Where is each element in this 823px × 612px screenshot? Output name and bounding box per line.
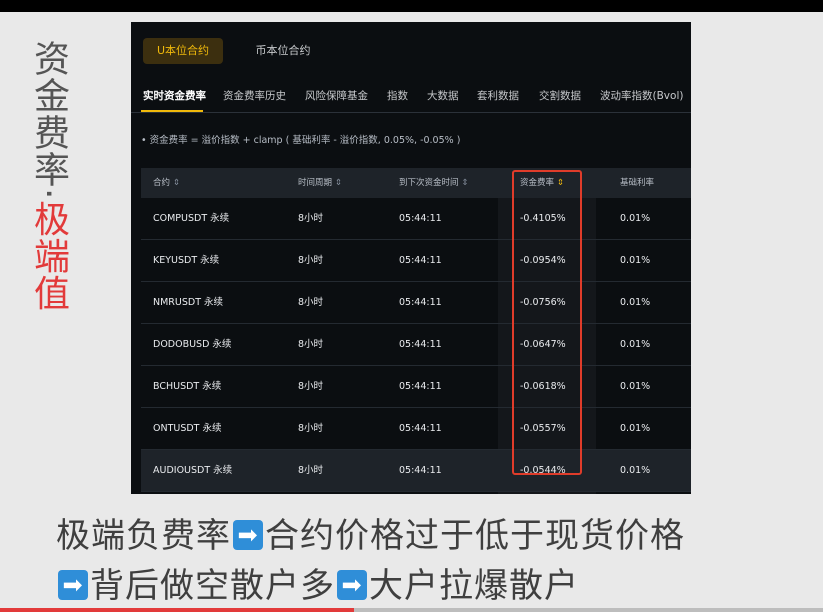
table-row[interactable]: ONTUSDT 永续 8小时 05:44:11 -0.0557% 0.01% [141,408,691,450]
table-row[interactable]: KEYUSDT 永续 8小时 05:44:11 -0.0954% 0.01% [141,240,691,282]
tab-bar: 实时资金费率 资金费率历史 风险保障基金 指数 大数据 套利数据 交割数据 波动… [143,88,691,110]
side-title-accent: 极端值 [28,200,69,312]
tab-delivery[interactable]: 交割数据 [539,88,581,103]
arrow-right-icon: ➡ [58,569,88,600]
cell-next-funding: 05:44:11 [399,213,442,224]
caption-line-2: ➡ 背后做空散户多 ➡ 大户拉爆散户 [56,558,579,607]
side-title: 资金费率·极端值 [20,40,70,311]
cell-contract: BCHUSDT 永续 [153,381,222,392]
segment-coin-margined[interactable]: 币本位合约 [243,38,323,64]
cell-interest-rate: 0.01% [620,465,651,476]
cell-interest-rate: 0.01% [620,213,651,224]
tab-arbitrage[interactable]: 套利数据 [477,88,519,103]
cell-next-funding: 05:44:11 [399,381,442,392]
table-row[interactable]: DODOBUSD 永续 8小时 05:44:11 -0.0647% 0.01% [141,324,691,366]
cell-contract: NMRUSDT 永续 [153,297,224,308]
cell-interval: 8小时 [298,339,324,350]
cell-interval: 8小时 [298,255,324,266]
cell-interval: 8小时 [298,297,324,308]
tab-insurance-fund[interactable]: 风险保障基金 [305,88,368,103]
tab-funding-history[interactable]: 资金费率历史 [223,88,286,103]
arrow-right-icon: ➡ [233,519,263,550]
tab-bvol[interactable]: 波动率指数(Bvol) [600,88,683,103]
cell-contract: DODOBUSD 永续 [153,339,232,350]
arrow-right-icon: ➡ [337,569,367,600]
cell-interest-rate: 0.01% [620,423,651,434]
sort-icon: ⇕ [335,178,343,188]
video-progress-fill [0,608,354,612]
tab-index[interactable]: 指数 [387,88,408,103]
sort-icon: ⇕ [173,178,181,188]
caption-text: 背后做空散户多 [90,566,335,606]
caption-text: 大户拉爆散户 [369,566,579,606]
video-progress-bar[interactable] [0,608,823,612]
cell-next-funding: 05:44:11 [399,465,442,476]
cell-contract: COMPUSDT 永续 [153,213,230,224]
tabs-divider [131,112,691,113]
cell-interest-rate: 0.01% [620,255,651,266]
cell-interest-rate: 0.01% [620,381,651,392]
caption-line-1: 极端负费率 ➡ 合约价格过于低于现货价格 [56,508,685,557]
video-top-bar [0,0,823,12]
cell-next-funding: 05:44:11 [399,423,442,434]
caption-text: 极端负费率 [56,516,231,556]
cell-next-funding: 05:44:11 [399,297,442,308]
side-title-main: 资金费率· [28,40,69,201]
cell-contract: AUDIOUSDT 永续 [153,465,233,476]
tab-realtime-funding[interactable]: 实时资金费率 [143,88,206,103]
cell-interval: 8小时 [298,213,324,224]
cell-interest-rate: 0.01% [620,339,651,350]
sort-icon: ⇕ [461,178,469,188]
cell-interval: 8小时 [298,465,324,476]
cell-interest-rate: 0.01% [620,297,651,308]
cell-contract: ONTUSDT 永续 [153,423,222,434]
header-interest-rate: 基础利率 [620,178,655,188]
table-row[interactable]: BCHUSDT 永续 8小时 05:44:11 -0.0618% 0.01% [141,366,691,408]
funding-rate-highlight-box [512,170,582,475]
header-interval[interactable]: 时间周期 ⇕ [298,168,342,198]
cell-interval: 8小时 [298,423,324,434]
segment-usdt-margined[interactable]: U本位合约 [143,38,223,64]
caption-text: 合约价格过于低于现货价格 [265,516,685,556]
table-row-hovered[interactable]: AUDIOUSDT 永续 8小时 05:44:11 -0.0544% 0.01% [141,450,691,492]
cell-contract: KEYUSDT 永续 [153,255,220,266]
header-contract[interactable]: 合约 ⇕ [153,168,180,198]
cell-next-funding: 05:44:11 [399,255,442,266]
funding-formula: • 资金费率 = 溢价指数 + clamp ( 基础利率 - 溢价指数, 0.0… [141,135,461,146]
cell-interval: 8小时 [298,381,324,392]
table-row[interactable]: COMPUSDT 永续 8小时 05:44:11 -0.4105% 0.01% [141,198,691,240]
cell-next-funding: 05:44:11 [399,339,442,350]
table-header: 合约 ⇕ 时间周期 ⇕ 到下次资金时间 ⇕ 资金费率 ⇕ 基础利率 [141,168,691,198]
funding-table-body: COMPUSDT 永续 8小时 05:44:11 -0.4105% 0.01% … [141,198,691,492]
tab-big-data[interactable]: 大数据 [427,88,459,103]
funding-rate-panel: U本位合约 币本位合约 实时资金费率 资金费率历史 风险保障基金 指数 大数据 … [131,22,691,494]
table-row[interactable]: NMRUSDT 永续 8小时 05:44:11 -0.0756% 0.01% [141,282,691,324]
header-next-funding[interactable]: 到下次资金时间 ⇕ [399,168,469,198]
